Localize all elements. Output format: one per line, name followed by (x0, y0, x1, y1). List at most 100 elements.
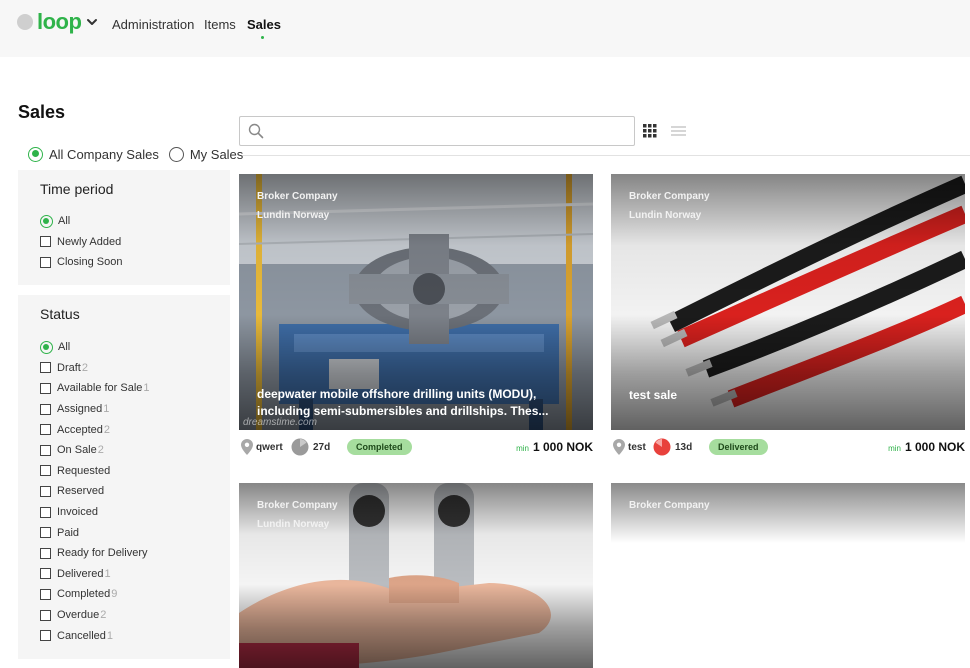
nav-link-sales[interactable]: Sales (247, 17, 281, 32)
option-label: On Sale (57, 444, 97, 457)
sale-card-image[interactable]: Broker Company Lundin Norway (239, 483, 593, 668)
filter-panel-time-period: Time period All Newly Added Closing Soon (18, 170, 230, 285)
option-count: 1 (104, 567, 111, 580)
checkbox-icon[interactable] (40, 403, 51, 415)
sale-title: test sale (629, 388, 678, 402)
image-overlay (611, 483, 965, 543)
status-option-requested[interactable]: Requested (40, 461, 150, 482)
radio-unselected-icon (168, 146, 184, 162)
status-badge: Delivered (709, 439, 768, 455)
top-nav: loop Administration Items Sales (0, 0, 970, 57)
checkbox-icon[interactable] (40, 527, 51, 539)
checkbox-icon[interactable] (40, 256, 51, 268)
sales-scope-selector: All Company Sales My Sales (28, 145, 253, 163)
status-option-reserved[interactable]: Reserved (40, 481, 150, 502)
panel-title: Time period (40, 181, 114, 197)
option-label: Available for Sale (57, 382, 143, 395)
checkbox-icon[interactable] (40, 362, 51, 374)
status-option-completed[interactable]: Completed 9 (40, 584, 150, 605)
status-option-invoiced[interactable]: Invoiced (40, 502, 150, 523)
checkbox-icon[interactable] (40, 609, 51, 621)
checkbox-icon[interactable] (40, 444, 51, 456)
sale-card[interactable]: Broker Company (611, 483, 965, 668)
chevron-down-icon[interactable] (86, 16, 98, 28)
checkbox-icon[interactable] (40, 465, 51, 477)
time_period-option-closing-soon[interactable]: Closing Soon (40, 252, 122, 273)
broker-name: Broker Company (257, 191, 338, 202)
checkbox-icon[interactable] (40, 568, 51, 580)
time-remaining-icon (291, 438, 309, 456)
option-label: Accepted (57, 423, 103, 436)
checkbox-icon[interactable] (40, 485, 51, 497)
sale-card[interactable]: Broker Company Lundin Norway (239, 483, 593, 668)
nav-link-items[interactable]: Items (204, 17, 236, 32)
radio-selected-icon[interactable] (40, 214, 53, 228)
status-option-delivered[interactable]: Delivered 1 (40, 564, 150, 585)
broker-name: Broker Company (629, 500, 710, 511)
option-label: Overdue (57, 609, 100, 622)
option-label: Cancelled (57, 629, 106, 642)
status-option-accepted[interactable]: Accepted 2 (40, 419, 150, 440)
buyer-name: Lundin Norway (629, 210, 702, 221)
status-options: All Draft 2 Available for Sale 1 Assigned 1 Acc… (40, 337, 150, 646)
sale-card-image[interactable]: Broker Company Lundin Norway test sale (611, 174, 965, 430)
status-option-available-for-sale[interactable]: Available for Sale 1 (40, 378, 150, 399)
option-count: 9 (111, 588, 118, 601)
checkbox-icon[interactable] (40, 588, 51, 600)
nav-active-indicator (261, 36, 264, 39)
checkbox-icon[interactable] (40, 547, 51, 559)
checkbox-icon[interactable] (40, 382, 51, 394)
checkbox-icon[interactable] (40, 236, 51, 248)
sale-card-image[interactable]: Broker Company Lundin Norway deepwater m… (239, 174, 593, 430)
option-label: Requested (57, 464, 111, 477)
grid-icon[interactable] (643, 124, 657, 138)
option-count: 2 (100, 609, 107, 622)
checkbox-icon[interactable] (40, 506, 51, 518)
location-pin-icon (241, 439, 253, 455)
checkbox-icon[interactable] (40, 424, 51, 436)
status-option-draft[interactable]: Draft 2 (40, 358, 150, 379)
scope-all-company-sales[interactable]: All Company Sales (28, 146, 159, 162)
nav-link-administration[interactable]: Administration (112, 17, 194, 32)
search-input[interactable] (272, 121, 626, 141)
status-option-paid[interactable]: Paid (40, 522, 150, 543)
filter-panel-status: Status All Draft 2 Available for Sale 1 Assig… (18, 295, 230, 659)
time-period-options: All Newly Added Closing Soon (40, 211, 122, 273)
price-value: 1 000 NOK (904, 440, 965, 454)
page-title: Sales (18, 102, 66, 122)
buyer-name: Lundin Norway (257, 519, 330, 530)
broker-name: Broker Company (257, 500, 338, 511)
status-option-all[interactable]: All (40, 337, 150, 358)
radio-selected-icon[interactable] (40, 340, 53, 354)
search-box[interactable] (239, 116, 635, 146)
sale-title: deepwater mobile offshore drilling units… (257, 387, 549, 418)
sale-card[interactable]: Broker Company Lundin Norway deepwater m… (239, 174, 593, 464)
status-option-ready-for-delivery[interactable]: Ready for Delivery (40, 543, 150, 564)
sale-card[interactable]: Broker Company Lundin Norway test sale t… (611, 174, 965, 464)
option-count: 2 (103, 423, 110, 436)
time-remaining-icon (653, 438, 671, 456)
option-label: Draft (57, 361, 81, 374)
sale-card-image[interactable]: Broker Company (611, 483, 965, 668)
logo-dot-icon (17, 14, 33, 30)
scope-my-sales[interactable]: My Sales (168, 146, 244, 162)
status-option-assigned[interactable]: Assigned 1 (40, 399, 150, 420)
scope-label: All Company Sales (49, 146, 159, 162)
status-option-on-sale[interactable]: On Sale 2 (40, 440, 150, 461)
option-label: All (58, 215, 71, 228)
option-label: Reserved (57, 485, 105, 498)
location-pin-icon (613, 439, 625, 455)
status-badge: Completed (347, 439, 412, 455)
option-label: Newly Added (57, 235, 122, 248)
list-icon[interactable] (671, 125, 686, 137)
status-option-overdue[interactable]: Overdue 2 (40, 605, 150, 626)
checkbox-icon[interactable] (40, 630, 51, 642)
option-label: Paid (57, 526, 80, 539)
status-option-cancelled[interactable]: Cancelled 1 (40, 625, 150, 646)
scope-label: My Sales (189, 146, 244, 162)
time_period-option-newly-added[interactable]: Newly Added (40, 232, 122, 253)
header-divider (239, 155, 970, 156)
option-label: Ready for Delivery (57, 547, 148, 560)
logo[interactable]: loop (37, 9, 82, 35)
time_period-option-all[interactable]: All (40, 211, 122, 232)
